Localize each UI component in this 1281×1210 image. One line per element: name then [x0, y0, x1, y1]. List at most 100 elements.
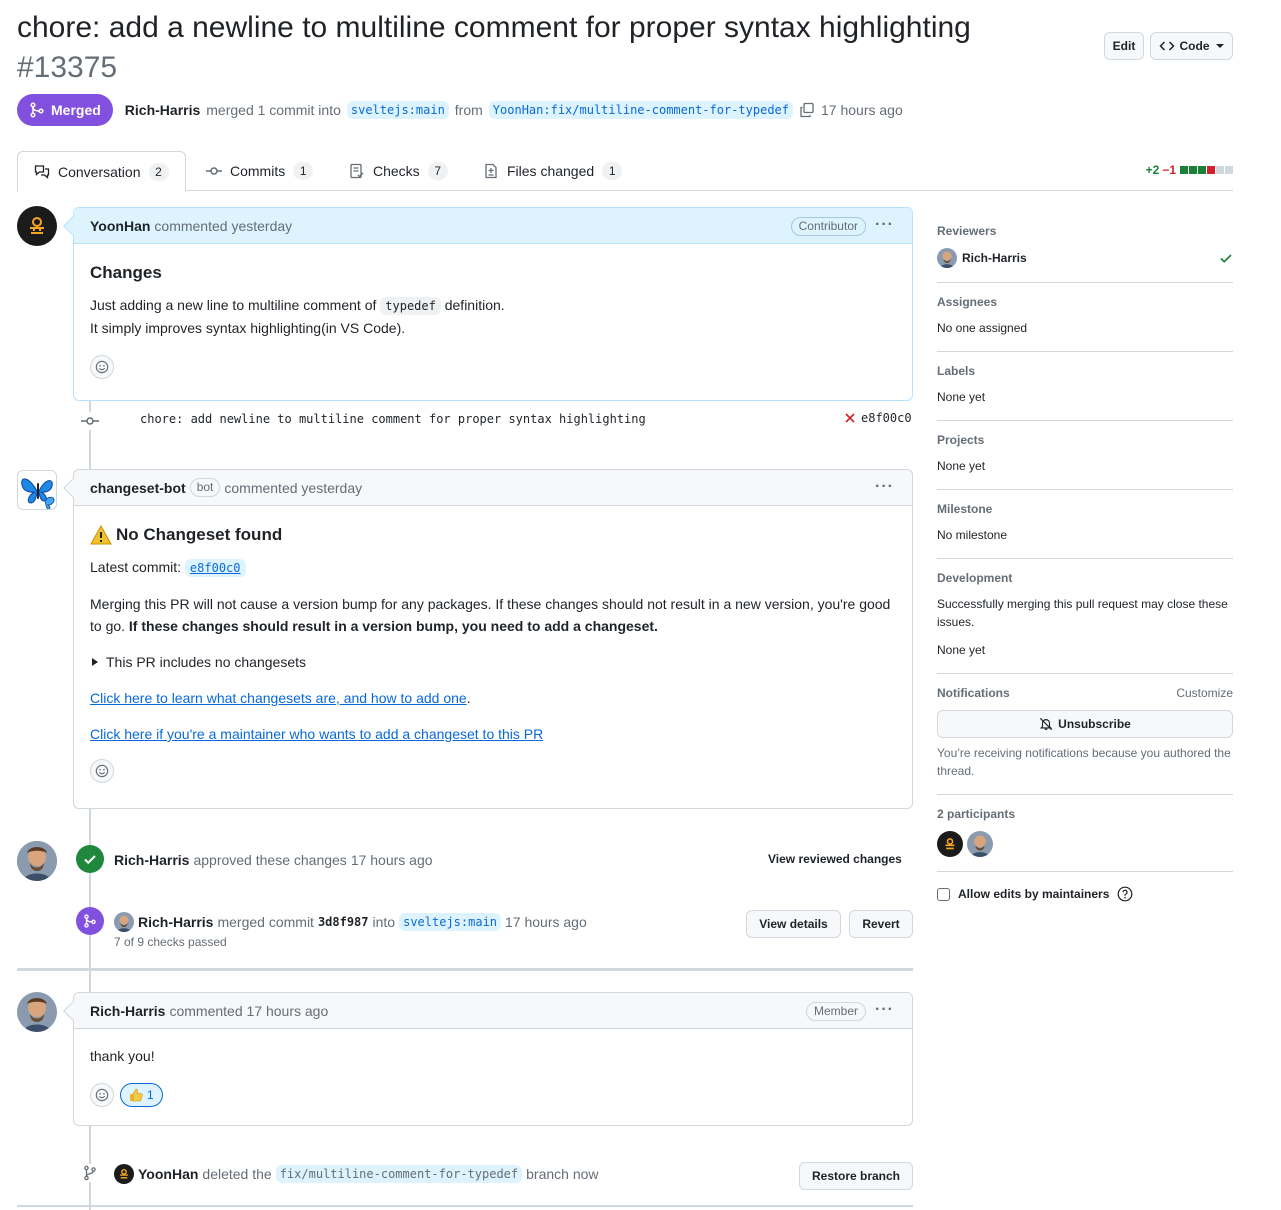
check-icon — [1220, 254, 1232, 263]
comment-header: Rich-Harris commented 17 hours ago Membe… — [74, 993, 912, 1029]
heading-text: No Changeset found — [116, 525, 283, 544]
event-text: branch now — [526, 1166, 599, 1182]
merge-event-badge — [76, 907, 104, 935]
merge-commit-sha[interactable]: 3d8f987 — [318, 915, 369, 929]
smiley-icon — [95, 764, 109, 778]
latest-commit-sha[interactable]: e8f00c0 — [184, 559, 246, 577]
merger-author[interactable]: Rich-Harris — [125, 102, 200, 118]
add-reaction-button[interactable] — [90, 759, 114, 783]
tab-label: Checks — [373, 163, 420, 179]
comment-rich-harris: Rich-Harris commented 17 hours ago Membe… — [63, 992, 913, 1126]
comment-author[interactable]: YoonHan — [90, 218, 150, 234]
avatar-photo — [17, 841, 57, 881]
milestone-heading[interactable]: Milestone — [937, 502, 1233, 516]
participant-avatar-rich-harris[interactable] — [967, 831, 993, 857]
deletions-count: −1 — [1162, 163, 1176, 177]
participant-avatar-yoonhan[interactable] — [937, 831, 963, 857]
warning-icon — [90, 525, 112, 545]
add-reaction-button[interactable] — [90, 355, 114, 379]
event-author[interactable]: Rich-Harris — [114, 852, 189, 868]
check-icon — [84, 855, 96, 865]
role-badge: Contributor — [790, 217, 866, 236]
learn-changesets-link[interactable]: Click here to learn what changesets are,… — [90, 690, 467, 706]
revert-button[interactable]: Revert — [849, 910, 913, 938]
sidebar-participants: 2 participants — [937, 795, 1233, 872]
diffstat-box — [1189, 166, 1197, 174]
comment-time[interactable]: commented yesterday — [224, 480, 362, 496]
mini-avatar-yoonhan[interactable] — [114, 1164, 134, 1184]
reviewer-avatar[interactable] — [937, 248, 957, 268]
comment-author[interactable]: changeset-bot — [90, 480, 186, 496]
bot-badge: bot — [189, 478, 221, 497]
diffstat: +2 −1 — [1146, 163, 1233, 177]
merged-text: merged 1 commit into — [206, 102, 341, 118]
unsubscribe-button[interactable]: Unsubscribe — [937, 710, 1233, 738]
comment-time[interactable]: commented yesterday — [154, 218, 292, 234]
commit-sha[interactable]: e8f00c0 — [861, 411, 912, 425]
projects-heading[interactable]: Projects — [937, 433, 1233, 447]
view-reviewed-changes-link[interactable]: View reviewed changes — [768, 852, 902, 866]
commit-message[interactable]: chore: add newline to multiline comment … — [140, 412, 646, 426]
role-badge: Member — [805, 1002, 866, 1021]
allow-edits-row: Allow edits by maintainers — [937, 872, 1233, 902]
restore-branch-button[interactable]: Restore branch — [799, 1162, 913, 1190]
assignees-heading[interactable]: Assignees — [937, 295, 1233, 309]
reviewer-name[interactable]: Rich-Harris — [962, 251, 1027, 265]
avatar-rich-harris[interactable] — [17, 992, 57, 1032]
avatar-rich-harris[interactable] — [17, 841, 57, 881]
comment-time[interactable]: commented 17 hours ago — [169, 1003, 328, 1019]
reviewer-row: Rich-Harris — [937, 248, 1233, 268]
edit-button[interactable]: Edit — [1104, 32, 1144, 60]
copy-icon[interactable] — [799, 102, 815, 118]
development-heading[interactable]: Development — [937, 571, 1233, 585]
tab-counter: 7 — [427, 162, 448, 180]
reviewers-heading[interactable]: Reviewers — [937, 224, 1233, 238]
event-author[interactable]: Rich-Harris — [138, 914, 213, 930]
diffstat-box — [1198, 166, 1206, 174]
avatar-yoonhan[interactable] — [17, 206, 57, 246]
kebab-menu-icon[interactable]: ··· — [875, 1001, 894, 1019]
details-summary[interactable]: This PR includes no changesets — [90, 651, 896, 673]
customize-link[interactable]: Customize — [1176, 686, 1233, 700]
sidebar: Reviewers Rich-Harris Assignees No one a… — [937, 212, 1233, 902]
merge-base-branch[interactable]: sveltejs:main — [399, 913, 502, 931]
event-time[interactable]: 17 hours ago — [505, 914, 587, 930]
tab-checks[interactable]: Checks 7 — [333, 151, 464, 191]
kebab-menu-icon[interactable]: ··· — [875, 478, 894, 496]
question-icon[interactable] — [1117, 886, 1133, 902]
thumbs-up-reaction[interactable]: 1 — [120, 1083, 163, 1107]
projects-value: None yet — [937, 459, 986, 473]
merged-badge: Merged — [17, 94, 113, 126]
head-branch[interactable]: YoonHan:fix/multiline-comment-for-typede… — [488, 101, 794, 119]
text-segment: definition. — [444, 297, 505, 313]
kebab-menu-icon[interactable]: ··· — [875, 216, 894, 234]
pr-number: #13375 — [17, 51, 118, 84]
sidebar-development: Development Successfully merging this pu… — [937, 559, 1233, 674]
comment-author[interactable]: Rich-Harris — [90, 1003, 165, 1019]
add-changeset-link[interactable]: Click here if you're a maintainer who wa… — [90, 726, 543, 742]
mini-avatar-rich-harris[interactable] — [114, 912, 134, 932]
base-branch[interactable]: sveltejs:main — [346, 101, 449, 119]
event-time[interactable]: 17 hours ago — [351, 852, 433, 868]
avatar-changeset-bot[interactable] — [17, 470, 57, 510]
tab-conversation[interactable]: Conversation 2 — [17, 151, 186, 192]
add-reaction-button[interactable] — [90, 1083, 114, 1107]
view-details-button[interactable]: View details — [746, 910, 841, 938]
labels-heading[interactable]: Labels — [937, 364, 1233, 378]
unsubscribe-label: Unsubscribe — [1058, 717, 1131, 731]
timeline-separator — [17, 1205, 913, 1207]
deleted-branch: fix/multiline-comment-for-typedef — [275, 1165, 523, 1183]
event-author[interactable]: YoonHan — [138, 1166, 198, 1182]
tab-counter: 1 — [602, 162, 623, 180]
code-button[interactable]: Code — [1150, 32, 1233, 60]
comment-paragraph: Just adding a new line to multiline comm… — [90, 294, 896, 317]
edit-label: Edit — [1112, 39, 1136, 53]
tab-commits[interactable]: Commits 1 — [190, 151, 329, 191]
checks-summary[interactable]: 7 of 9 checks passed — [114, 935, 227, 949]
triangle-right-icon — [92, 658, 98, 666]
diffstat-bar — [1179, 163, 1233, 177]
tab-files-changed[interactable]: Files changed 1 — [467, 151, 638, 191]
x-fail-icon[interactable] — [843, 411, 857, 425]
allow-edits-checkbox[interactable] — [937, 887, 950, 901]
code-label: Code — [1179, 39, 1210, 53]
